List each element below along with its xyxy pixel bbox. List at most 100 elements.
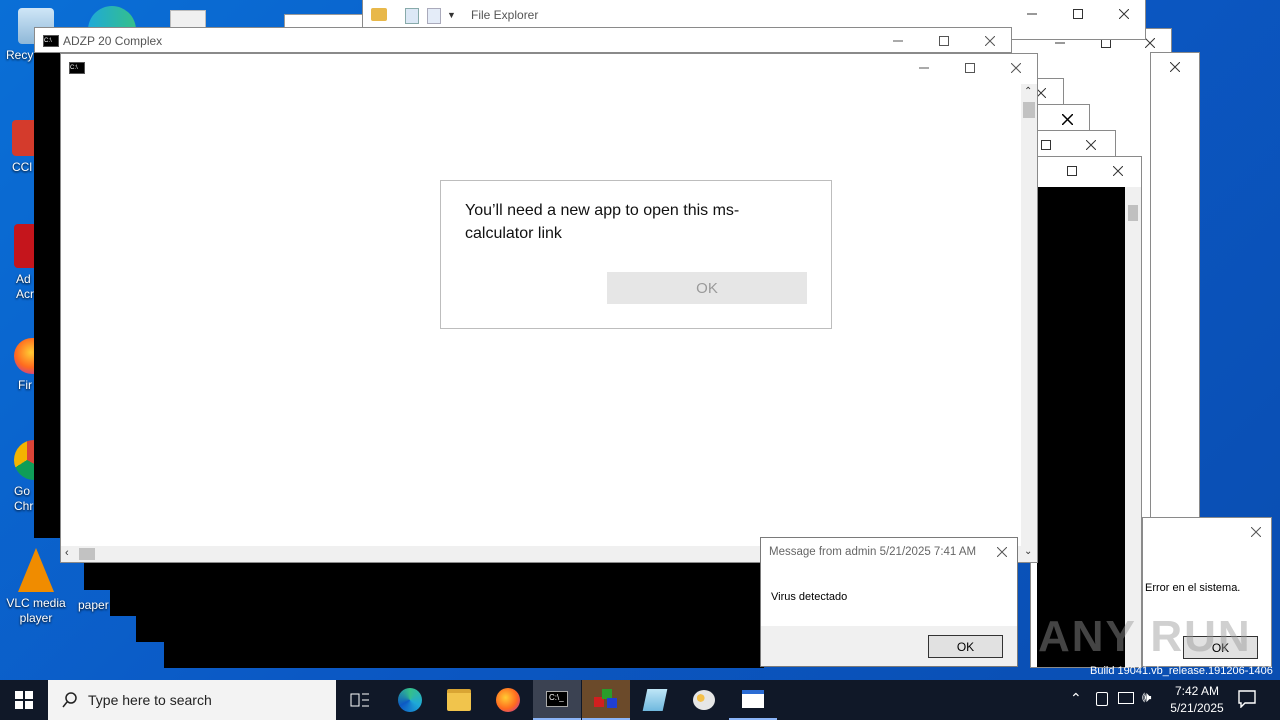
ok-button[interactable]: OK bbox=[928, 635, 1003, 658]
close-button[interactable] bbox=[1101, 0, 1147, 28]
firefox-taskbar-button[interactable] bbox=[484, 680, 532, 720]
folder-icon bbox=[371, 8, 387, 21]
task-view-icon bbox=[350, 693, 369, 707]
close-icon bbox=[1251, 527, 1261, 537]
scroll-thumb[interactable] bbox=[1128, 205, 1138, 221]
close-icon bbox=[1119, 9, 1129, 19]
ok-button[interactable]: OK bbox=[607, 272, 807, 304]
window-app-icon bbox=[742, 690, 764, 708]
anyrun-watermark: ANY RUN bbox=[1038, 612, 1252, 661]
close-icon bbox=[1113, 166, 1123, 176]
properties-icon[interactable] bbox=[405, 8, 419, 24]
close-button[interactable] bbox=[1095, 157, 1141, 185]
folder-icon bbox=[447, 689, 471, 711]
console-app-icon: C:\ bbox=[43, 35, 59, 47]
maximize-icon bbox=[1041, 140, 1051, 150]
minimize-icon bbox=[919, 67, 929, 69]
close-icon bbox=[1170, 62, 1180, 72]
show-hidden-icons-button[interactable]: ⌃ bbox=[1070, 690, 1082, 707]
search-box[interactable]: Type here to search bbox=[48, 680, 336, 720]
close-icon bbox=[1061, 113, 1073, 125]
close-icon bbox=[1011, 63, 1021, 73]
clock[interactable]: 7:42 AM 5/21/2025 bbox=[1160, 683, 1234, 717]
security-icon[interactable] bbox=[1096, 692, 1108, 706]
scroll-thumb[interactable] bbox=[1023, 102, 1035, 118]
admin-message-dialog: Message from admin 5/21/2025 7:41 AM Vir… bbox=[760, 537, 1018, 667]
console-stack-3 bbox=[136, 560, 167, 642]
edge-taskbar-button[interactable] bbox=[386, 680, 434, 720]
dialog-title: Message from admin 5/21/2025 7:41 AM bbox=[769, 546, 977, 558]
maximize-icon bbox=[939, 36, 949, 46]
window-title: ADZP 20 Complex bbox=[63, 34, 163, 48]
close-icon bbox=[1145, 38, 1155, 48]
build-text: Build 19041.vb_release.191206-1406 bbox=[1090, 665, 1273, 677]
dialog-body: Virus detectado bbox=[771, 591, 848, 603]
clock-date: 5/21/2025 bbox=[1170, 701, 1224, 715]
windows-logo-icon bbox=[15, 691, 33, 709]
vertical-scrollbar[interactable]: ⌃ ⌄ bbox=[1021, 84, 1037, 562]
console-output bbox=[1037, 187, 1125, 667]
desktop-icon-label: VLC media player bbox=[6, 596, 66, 625]
clock-time: 7:42 AM bbox=[1174, 684, 1220, 698]
maximize-button[interactable] bbox=[947, 54, 993, 82]
edge-icon bbox=[398, 688, 422, 712]
chevron-down-icon[interactable]: ▼ bbox=[447, 10, 456, 20]
maximize-icon bbox=[1067, 166, 1077, 176]
close-button[interactable] bbox=[985, 538, 1019, 566]
close-icon bbox=[985, 36, 995, 46]
minimize-button[interactable] bbox=[1009, 0, 1055, 28]
console-icon: C:\_ bbox=[546, 691, 568, 707]
task-view-button[interactable] bbox=[336, 680, 384, 720]
notepad-icon bbox=[642, 689, 668, 711]
notification-icon bbox=[1238, 690, 1256, 709]
minimize-icon bbox=[1027, 13, 1037, 15]
taskbar: Type here to search C:\_ ⌃ 🕪 7:42 AM 5/2… bbox=[0, 680, 1280, 720]
scroll-left-icon[interactable]: ‹ bbox=[65, 547, 69, 559]
search-icon bbox=[62, 692, 77, 708]
search-placeholder: Type here to search bbox=[88, 692, 212, 708]
close-button[interactable] bbox=[1071, 131, 1111, 159]
paint-taskbar-button[interactable] bbox=[680, 680, 728, 720]
close-icon bbox=[1086, 140, 1096, 150]
scroll-thumb[interactable] bbox=[79, 548, 95, 560]
close-button[interactable] bbox=[1155, 53, 1195, 81]
notification-center-button[interactable] bbox=[1238, 690, 1256, 711]
scroll-up-icon[interactable]: ⌃ bbox=[1024, 86, 1032, 97]
minimize-button[interactable] bbox=[875, 28, 921, 54]
volume-icon[interactable]: 🕪 bbox=[1142, 689, 1151, 706]
maximize-icon bbox=[965, 63, 975, 73]
console-stack-4 bbox=[164, 560, 764, 668]
paint-icon bbox=[693, 690, 715, 710]
maximize-button[interactable] bbox=[921, 28, 967, 54]
background-window-5 bbox=[1150, 52, 1200, 522]
maximize-button[interactable] bbox=[1049, 157, 1095, 185]
file-explorer-taskbar-button[interactable] bbox=[435, 680, 483, 720]
vlc-icon bbox=[18, 548, 54, 592]
cmd-taskbar-button[interactable]: C:\_ bbox=[533, 680, 581, 720]
notepad-taskbar-button[interactable] bbox=[631, 680, 679, 720]
new-folder-icon[interactable] bbox=[427, 8, 441, 24]
close-button[interactable] bbox=[1047, 105, 1087, 133]
maximize-button[interactable] bbox=[1055, 0, 1101, 28]
vertical-scrollbar[interactable] bbox=[1125, 187, 1141, 667]
file-explorer-title: File Explorer bbox=[471, 8, 539, 22]
maximize-icon bbox=[1073, 9, 1083, 19]
console-stack-5 bbox=[34, 52, 62, 538]
close-button[interactable] bbox=[993, 54, 1039, 82]
app-needed-dialog: You’ll need a new app to open this ms-ca… bbox=[440, 180, 832, 329]
dialog-message: You’ll need a new app to open this ms-ca… bbox=[465, 202, 740, 242]
network-icon[interactable] bbox=[1118, 692, 1134, 704]
boxes-icon bbox=[594, 689, 618, 709]
console-app-icon: C:\ bbox=[69, 62, 85, 74]
dialog-body: Error en el sistema. bbox=[1145, 582, 1241, 594]
app-taskbar-button-active[interactable] bbox=[582, 680, 630, 720]
adzp-console-window: C:\ ADZP 20 Complex bbox=[34, 27, 1012, 53]
minimize-icon bbox=[893, 40, 903, 42]
minimize-button[interactable] bbox=[901, 54, 947, 82]
firefox-icon bbox=[496, 688, 520, 712]
close-button[interactable] bbox=[967, 28, 1013, 54]
scroll-down-icon[interactable]: ⌄ bbox=[1024, 546, 1032, 557]
close-button[interactable] bbox=[1239, 518, 1273, 546]
window-app-taskbar-button[interactable] bbox=[729, 680, 777, 720]
start-button[interactable] bbox=[0, 680, 48, 720]
